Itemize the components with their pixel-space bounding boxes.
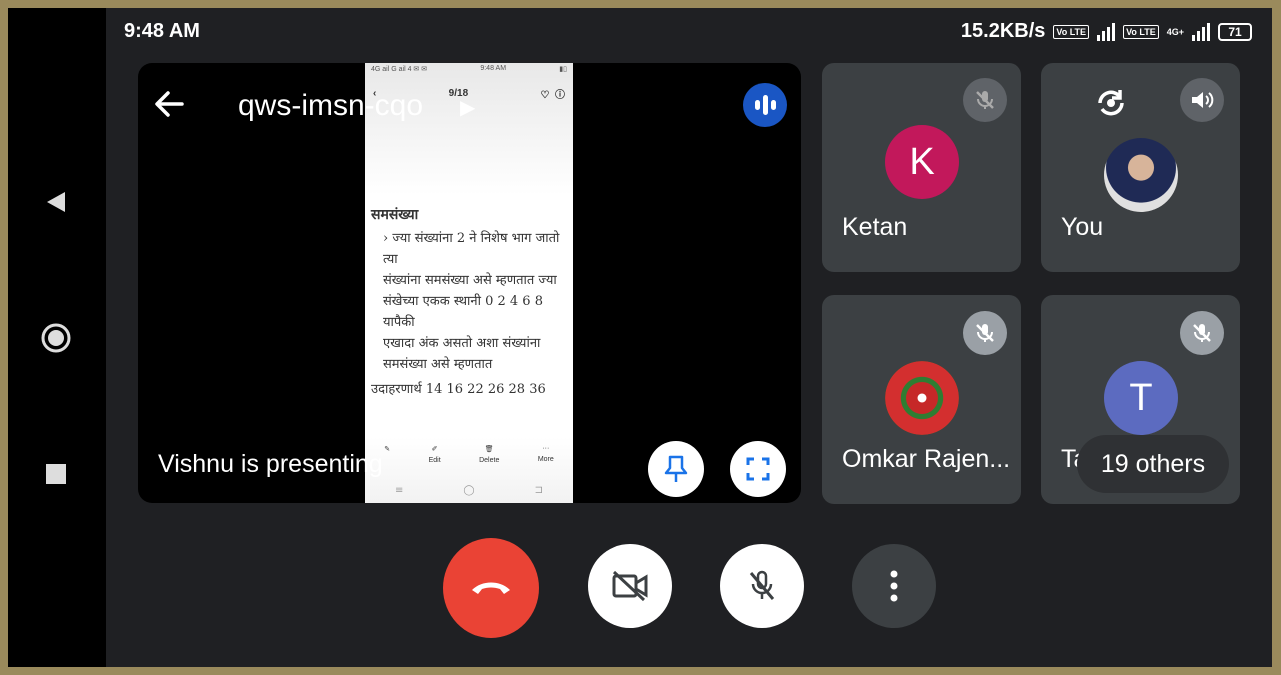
meeting-code[interactable]: qws-imsn-cqo — [238, 89, 423, 123]
presentation-tile[interactable]: 4G ail G ail 4 ✉ ✉ 9:48 AM ▮▯ ‹ 9/18 ♡ ⓘ… — [138, 63, 801, 503]
shared-tool-share: ✎ — [384, 445, 390, 485]
shared-tool-edit: ✐ Edit — [428, 446, 441, 464]
status-bar: 9:48 AM 15.2KB/s Vo LTE Vo LTE 4G+ 71 — [106, 8, 1272, 58]
back-triangle-icon[interactable] — [38, 184, 74, 220]
doc-line: समसंख्या असे म्हणतात — [383, 357, 493, 372]
shared-screen: 4G ail G ail 4 ✉ ✉ 9:48 AM ▮▯ ‹ 9/18 ♡ ⓘ… — [365, 63, 573, 503]
mic-off-icon — [963, 78, 1007, 122]
shared-toolbar: ✎ ✐ Edit 🗑 Delete ··· More — [365, 445, 573, 485]
doc-heading: समसंख्या — [371, 207, 419, 223]
shared-status-icons: 4G ail G ail 4 ✉ ✉ — [371, 66, 428, 73]
back-arrow-icon[interactable] — [152, 87, 186, 121]
speaker-icon[interactable] — [1180, 78, 1224, 122]
network-type: 4G+ — [1166, 26, 1184, 37]
camera-toggle-button[interactable] — [588, 544, 672, 628]
more-options-button[interactable] — [852, 544, 936, 628]
shared-tool-more: ··· More — [537, 445, 554, 463]
pin-button[interactable] — [648, 441, 704, 497]
network-speed: 15.2KB/s — [960, 20, 1046, 42]
others-count-badge[interactable]: 19 others — [1077, 435, 1229, 493]
recents-square-icon[interactable] — [38, 456, 74, 492]
device-frame: 9:48 AM 15.2KB/s Vo LTE Vo LTE 4G+ 71 4G… — [8, 8, 1272, 667]
more-vertical-icon — [890, 570, 898, 602]
avatar: K — [885, 125, 959, 199]
doc-line: संखेच्या एकक स्थानी 0 2 4 6 8 यापैकी — [383, 294, 543, 330]
shared-actions: ♡ ⓘ — [540, 89, 565, 101]
system-indicators: 15.2KB/s Vo LTE Vo LTE 4G+ 71 — [961, 20, 1252, 43]
shared-document: समसंख्या › ज्या संख्यांना 2 ने निशेष भाग… — [371, 205, 571, 400]
shared-time: 9:48 AM — [480, 65, 507, 72]
mic-off-icon — [749, 570, 775, 600]
clock: 9:48 AM — [124, 20, 200, 42]
end-call-button[interactable] — [443, 538, 539, 638]
share-icon: ✎ — [384, 446, 391, 453]
switch-camera-icon[interactable] — [1091, 83, 1131, 123]
doc-example: उदाहरणार्थ 14 16 22 26 28 36 — [371, 382, 546, 397]
phone-hangup-icon — [472, 582, 510, 594]
shared-tool-delete: 🗑 Delete — [479, 446, 500, 464]
avatar-photo — [1104, 138, 1178, 212]
pin-icon — [664, 455, 688, 482]
participant-name: You — [1061, 213, 1104, 241]
navigation-bar — [8, 8, 106, 667]
doc-line: › ज्या संख्यांना 2 ने निशेष भाग जातो त्य… — [383, 231, 560, 267]
shared-status-bar: 4G ail G ail 4 ✉ ✉ 9:48 AM ▮▯ — [365, 63, 573, 77]
battery-icon: 71 — [1218, 22, 1252, 41]
shared-system-nav: ≡ ◯ ⊐ — [394, 485, 543, 496]
doc-line: संख्यांना समसंख्या असे म्हणतात ज्या — [383, 273, 557, 288]
home-circle-icon[interactable] — [38, 320, 74, 356]
signal-icon-1 — [1097, 22, 1116, 41]
fullscreen-button[interactable] — [730, 441, 786, 497]
participant-tile-self[interactable]: You — [1041, 63, 1240, 272]
trash-icon: 🗑 — [484, 446, 494, 453]
participant-tile[interactable]: T Tanmay 19 others — [1041, 295, 1240, 504]
avatar: T — [1104, 361, 1178, 435]
mic-off-icon — [1180, 311, 1224, 355]
more-icon: ··· — [542, 445, 550, 452]
edit-icon: ✐ — [431, 446, 438, 453]
shared-battery: ▮▯ — [559, 66, 567, 73]
presenting-label: Vishnu is presenting — [158, 450, 383, 478]
avatar-photo — [885, 361, 959, 435]
camera-off-icon — [612, 570, 648, 602]
volte-badge-1: Vo LTE — [1053, 24, 1090, 39]
audio-level-icon — [743, 83, 787, 127]
participant-name: Ketan — [842, 213, 908, 241]
meet-screen: 9:48 AM 15.2KB/s Vo LTE Vo LTE 4G+ 71 4G… — [106, 8, 1272, 667]
doc-line: एखादा अंक असतो अशा संख्यांना — [383, 336, 541, 351]
participant-tile[interactable]: K Ketan — [822, 63, 1021, 272]
mic-off-icon — [963, 311, 1007, 355]
participant-name: Omkar Rajen... — [842, 445, 1011, 473]
volte-badge-2: Vo LTE — [1123, 24, 1159, 39]
mic-toggle-button[interactable] — [720, 544, 804, 628]
chevron-right-icon[interactable]: ▶ — [460, 95, 475, 120]
participant-tile[interactable]: Omkar Rajen... — [822, 295, 1021, 504]
fullscreen-icon — [746, 457, 770, 481]
signal-icon-2 — [1192, 22, 1210, 41]
